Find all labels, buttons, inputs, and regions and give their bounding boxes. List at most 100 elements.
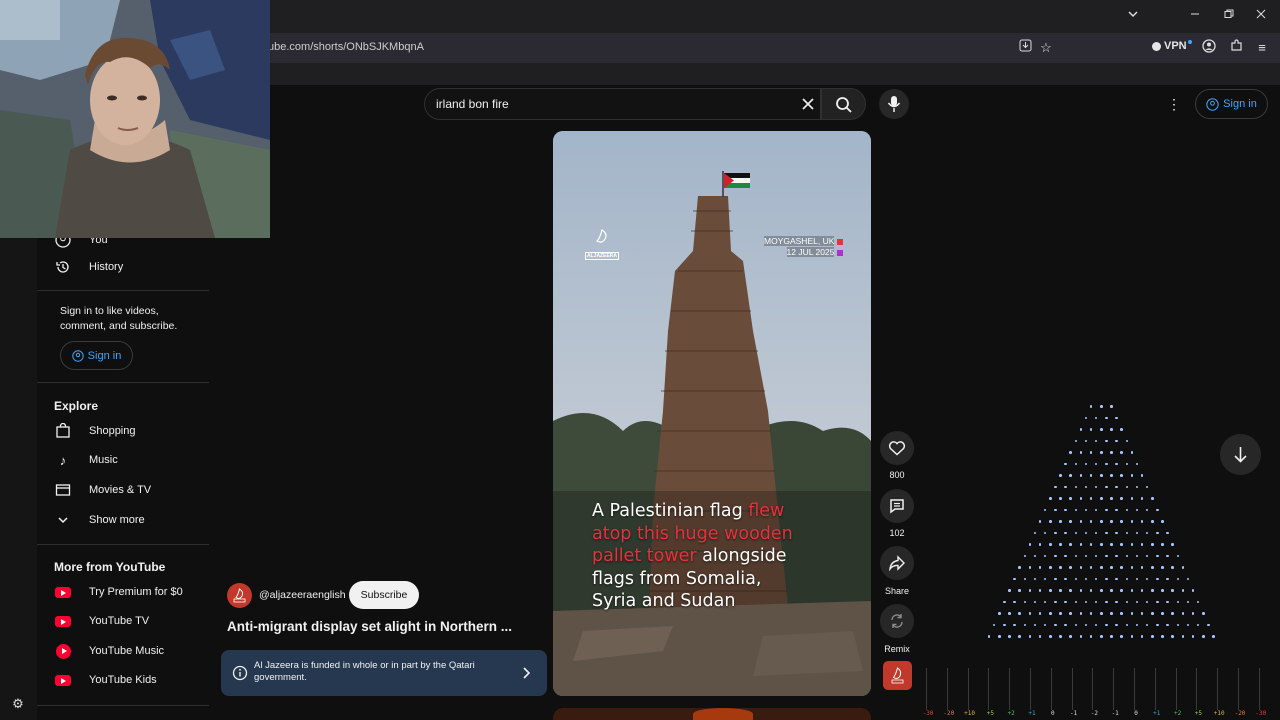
- visualizer-dot: [1171, 543, 1174, 546]
- channel-avatar[interactable]: [227, 583, 252, 608]
- visualizer-dot: [1100, 589, 1103, 592]
- caption-highlight: flew: [748, 501, 785, 521]
- sidebar-item-youtube-kids[interactable]: YouTube Kids: [54, 668, 157, 692]
- sidebar-item-premium[interactable]: Try Premium for $0: [54, 580, 183, 604]
- like-button[interactable]: [880, 431, 914, 465]
- visualizer-dot: [1018, 566, 1021, 569]
- equalizer-bar: [926, 668, 927, 710]
- visualizer-dot: [1033, 554, 1037, 557]
- visualizer-dot: [1059, 520, 1062, 523]
- visualizer-dot: [1054, 600, 1057, 603]
- visualizer-dot: [1100, 474, 1103, 477]
- video-title[interactable]: Anti-migrant display set alight in North…: [227, 619, 512, 634]
- visualizer-dot: [1023, 623, 1026, 626]
- more-options-icon[interactable]: ⋮: [1165, 94, 1183, 114]
- visualizer-dot: [1196, 600, 1200, 603]
- visualizer-dot: [1023, 577, 1026, 580]
- visualizer-dot: [1100, 451, 1103, 454]
- visualizer-dot: [1110, 589, 1113, 592]
- account-icon[interactable]: [1200, 39, 1218, 57]
- visualizer-dot: [1120, 566, 1123, 569]
- visualizer-dot: [1079, 428, 1083, 431]
- sidebar-item-youtube-tv[interactable]: YouTube TV: [54, 609, 149, 633]
- sidebar-item-history[interactable]: History: [54, 255, 123, 279]
- share-button[interactable]: [880, 546, 914, 580]
- sidebar-item-label: YouTube Kids: [89, 674, 157, 686]
- visualizer-dot: [1038, 520, 1042, 523]
- header-signin-button[interactable]: Sign in: [1195, 89, 1268, 119]
- visualizer-dot: [1110, 543, 1113, 546]
- settings-gear-icon[interactable]: ⚙: [8, 696, 28, 714]
- visualizer-dot: [1151, 543, 1154, 546]
- sidebar-item-label: Music: [89, 454, 118, 466]
- vpn-label: VPN: [1164, 40, 1187, 52]
- channel-handle[interactable]: @aljazeeraenglish: [259, 589, 346, 601]
- restore-window-icon[interactable]: [1218, 8, 1240, 24]
- next-short-preview[interactable]: [553, 708, 871, 720]
- comments-button[interactable]: [880, 489, 914, 523]
- visualizer-dot: [1038, 589, 1042, 592]
- install-page-icon[interactable]: [1016, 39, 1034, 57]
- visualizer-dot: [1069, 589, 1072, 592]
- visualizer-dot: [1028, 589, 1032, 592]
- visualizer-dot: [1125, 439, 1128, 442]
- extensions-puzzle-icon[interactable]: [1227, 39, 1245, 57]
- sidebar-item-movies-tv[interactable]: Movies & TV: [54, 478, 151, 502]
- remix-button[interactable]: [880, 604, 914, 638]
- sidebar-item-music[interactable]: ♪ Music: [54, 448, 118, 472]
- sidebar-item-label: YouTube Music: [89, 645, 165, 657]
- vpn-status-icon: [1152, 41, 1161, 51]
- visualizer-dot: [1110, 451, 1113, 454]
- subscribe-button[interactable]: Subscribe: [349, 581, 419, 609]
- clear-search-icon[interactable]: [800, 96, 816, 112]
- visualizer-dot: [1145, 623, 1149, 626]
- tab-list-chevron-icon[interactable]: [1122, 8, 1144, 24]
- visualizer-dot: [1105, 577, 1108, 580]
- sidebar-item-show-more[interactable]: Show more: [54, 508, 145, 532]
- close-window-icon[interactable]: [1250, 8, 1272, 24]
- visualizer-dot: [1110, 566, 1113, 569]
- bookmark-star-icon[interactable]: ☆: [1037, 39, 1055, 57]
- visualizer-dot: [1054, 577, 1057, 580]
- visualizer-dot: [1043, 623, 1047, 626]
- visualizer-dot: [1145, 485, 1149, 488]
- visualizer-dot: [1176, 577, 1179, 580]
- visualizer-dot: [1043, 554, 1047, 557]
- vpn-button[interactable]: VPN: [1152, 40, 1192, 52]
- visualizer-dot: [1125, 508, 1128, 511]
- visualizer-dot: [1115, 462, 1118, 465]
- visualizer-dot: [1120, 520, 1123, 523]
- visualizer-dot: [1038, 566, 1042, 569]
- visualizer-dot: [998, 612, 1001, 615]
- visualizer-dot: [1207, 623, 1210, 626]
- visualizer-dot: [1166, 554, 1169, 557]
- visualizer-dot: [1125, 600, 1128, 603]
- sidebar-signin-button[interactable]: Sign in: [60, 341, 133, 370]
- caption-highlight: pallet tower: [592, 546, 697, 566]
- visualizer-dot: [1064, 554, 1067, 557]
- visualizer-dot: [1115, 439, 1118, 442]
- sound-channel-thumbnail[interactable]: [883, 661, 912, 690]
- visualizer-dot: [1059, 543, 1062, 546]
- visualizer-dot: [1008, 612, 1011, 615]
- shopping-bag-icon: [54, 422, 72, 440]
- visualizer-dot: [1105, 600, 1108, 603]
- visualizer-dot: [1105, 508, 1108, 511]
- voice-search-button[interactable]: [879, 89, 909, 119]
- sidebar-item-shopping[interactable]: Shopping: [54, 419, 136, 443]
- visualizer-dot: [1145, 554, 1149, 557]
- visualizer-dot: [1089, 520, 1093, 523]
- search-button[interactable]: [821, 88, 866, 120]
- equalizer-label: -30: [922, 710, 934, 717]
- visualizer-dot: [1069, 612, 1072, 615]
- sidebar-item-youtube-music[interactable]: YouTube Music: [54, 639, 164, 663]
- visualizer-dot: [1135, 577, 1139, 580]
- url-text[interactable]: ube.com/shorts/ONbSJKMbqnA: [268, 41, 424, 53]
- funding-info-panel[interactable]: Al Jazeera is funded in whole or in part…: [221, 650, 547, 696]
- browser-menu-icon[interactable]: ≡: [1253, 39, 1271, 57]
- shorts-video-player[interactable]: ALJAZEERA MOYGASHEL, UK 12 JUL 2025 A Pa…: [553, 131, 871, 696]
- minimize-window-icon[interactable]: [1184, 8, 1206, 24]
- visualizer-dot: [1084, 416, 1088, 419]
- search-input[interactable]: irland bon fire: [436, 97, 509, 111]
- visualizer-dot: [1161, 612, 1164, 615]
